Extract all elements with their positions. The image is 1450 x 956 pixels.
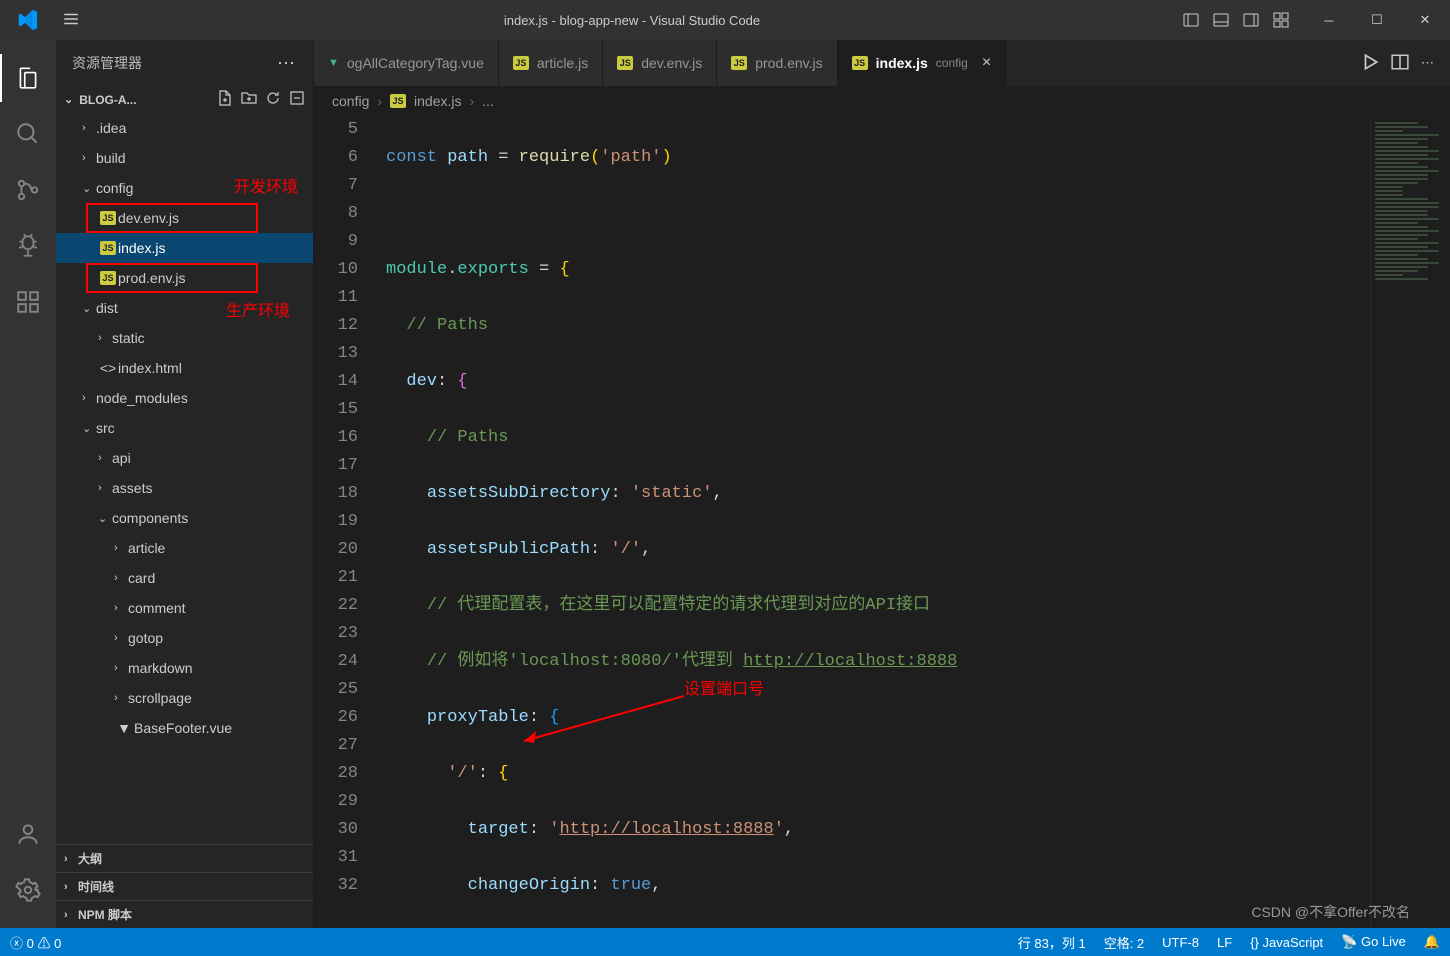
tree-folder-node-modules[interactable]: ›node_modules — [56, 383, 313, 413]
tree-folder-build[interactable]: ›build — [56, 143, 313, 173]
toggle-sidebar-icon[interactable] — [1176, 0, 1206, 40]
refresh-icon[interactable] — [265, 90, 281, 109]
new-file-icon[interactable] — [217, 90, 233, 109]
sidebar-header: 资源管理器 ⋯ — [56, 40, 313, 86]
js-file-icon: JS — [731, 56, 747, 70]
tab-bar: ▼ogAllCategoryTag.vue JSarticle.js JSdev… — [314, 40, 1450, 86]
tree-folder-assets[interactable]: ›assets — [56, 473, 313, 503]
explorer-sidebar: 资源管理器 ⋯ ⌄ BLOG-A... ›.idea ›build ⌄confi… — [56, 40, 314, 928]
code-editor[interactable]: 5678910111213141516171819202122232425262… — [314, 116, 1450, 928]
account-icon[interactable] — [0, 806, 56, 862]
tree-folder-dist[interactable]: ⌄dist — [56, 293, 313, 323]
tab-actions: ⋯ — [1345, 40, 1450, 86]
tab-article[interactable]: JSarticle.js — [499, 40, 603, 86]
layout-controls — [1176, 0, 1296, 40]
search-icon[interactable] — [0, 106, 56, 162]
close-button[interactable]: ✕ — [1402, 0, 1448, 40]
minimap[interactable] — [1370, 116, 1450, 928]
tree-folder-card[interactable]: ›card — [56, 563, 313, 593]
vscode-logo-icon — [10, 3, 44, 37]
js-file-icon: JS — [513, 56, 529, 70]
close-tab-icon[interactable]: × — [982, 54, 991, 72]
tree-folder-scrollpage[interactable]: ›scrollpage — [56, 683, 313, 713]
vue-file-icon: ▼ — [114, 720, 134, 736]
window-title: index.js - blog-app-new - Visual Studio … — [88, 13, 1176, 28]
folder-name: BLOG-A... — [79, 93, 136, 107]
sidebar-title: 资源管理器 — [72, 53, 142, 73]
tree-folder-comment[interactable]: ›comment — [56, 593, 313, 623]
source-control-icon[interactable] — [0, 162, 56, 218]
file-tree: ›.idea ›build ⌄config JSdev.env.js JSind… — [56, 113, 313, 844]
code-content[interactable]: const path = require('path') module.expo… — [386, 116, 1370, 928]
sidebar-more-icon[interactable]: ⋯ — [277, 53, 297, 74]
section-timeline[interactable]: ›时间线 — [56, 872, 313, 900]
toggle-secondary-icon[interactable] — [1236, 0, 1266, 40]
tab-prodenv[interactable]: JSprod.env.js — [717, 40, 837, 86]
folder-header[interactable]: ⌄ BLOG-A... — [56, 86, 313, 113]
folder-actions — [217, 90, 305, 109]
status-eol[interactable]: LF — [1217, 935, 1232, 950]
js-file-icon: JS — [100, 271, 116, 285]
tree-folder-idea[interactable]: ›.idea — [56, 113, 313, 143]
js-file-icon: JS — [100, 241, 116, 255]
explorer-icon[interactable] — [0, 50, 56, 106]
menu-icon[interactable] — [54, 2, 88, 39]
js-file-icon: JS — [100, 211, 116, 225]
line-gutter: 5678910111213141516171819202122232425262… — [314, 116, 386, 928]
settings-icon[interactable] — [0, 862, 56, 918]
more-actions-icon[interactable]: ⋯ — [1421, 55, 1434, 71]
tree-folder-config[interactable]: ⌄config — [56, 173, 313, 203]
tree-folder-static[interactable]: ›static — [56, 323, 313, 353]
status-bar: ⓧ 0 ⚠ 0 行 83，列 1 空格: 2 UTF-8 LF {} JavaS… — [0, 928, 1450, 956]
js-file-icon: JS — [852, 56, 868, 70]
breadcrumb[interactable]: config› JS index.js› ... — [314, 86, 1450, 116]
debug-icon[interactable] — [0, 218, 56, 274]
tree-folder-src[interactable]: ⌄src — [56, 413, 313, 443]
split-editor-icon[interactable] — [1391, 53, 1409, 74]
js-file-icon: JS — [617, 56, 633, 70]
vue-file-icon: ▼ — [328, 57, 339, 69]
customize-layout-icon[interactable] — [1266, 0, 1296, 40]
run-icon[interactable] — [1361, 53, 1379, 74]
tree-file-prodenv[interactable]: JSprod.env.js — [56, 263, 313, 293]
chevron-down-icon: ⌄ — [64, 93, 73, 106]
tree-file-devenv[interactable]: JSdev.env.js — [56, 203, 313, 233]
tree-folder-article[interactable]: ›article — [56, 533, 313, 563]
tree-file-index[interactable]: JSindex.js — [56, 233, 313, 263]
status-golive[interactable]: 📡 Go Live — [1341, 934, 1406, 950]
maximize-button[interactable]: ☐ — [1354, 0, 1400, 40]
tab-index-active[interactable]: JSindex.jsconfig× — [838, 40, 1007, 86]
status-errors[interactable]: ⓧ 0 ⚠ 0 — [10, 933, 61, 952]
minimize-button[interactable]: ─ — [1306, 0, 1352, 40]
tree-folder-api[interactable]: ›api — [56, 443, 313, 473]
toggle-panel-icon[interactable] — [1206, 0, 1236, 40]
editor-group: ▼ogAllCategoryTag.vue JSarticle.js JSdev… — [314, 40, 1450, 928]
status-language[interactable]: {} JavaScript — [1250, 935, 1323, 950]
extensions-icon[interactable] — [0, 274, 56, 330]
tree-folder-markdown[interactable]: ›markdown — [56, 653, 313, 683]
new-folder-icon[interactable] — [241, 90, 257, 109]
collapse-icon[interactable] — [289, 90, 305, 109]
status-spaces[interactable]: 空格: 2 — [1104, 933, 1144, 952]
html-file-icon: <> — [98, 360, 118, 376]
tab-category[interactable]: ▼ogAllCategoryTag.vue — [314, 40, 499, 86]
tab-devenv[interactable]: JSdev.env.js — [603, 40, 717, 86]
status-cursor[interactable]: 行 83，列 1 — [1018, 933, 1086, 952]
status-encoding[interactable]: UTF-8 — [1162, 935, 1199, 950]
status-notifications-icon[interactable]: 🔔 — [1424, 934, 1440, 950]
activity-bar — [0, 40, 56, 928]
title-bar: index.js - blog-app-new - Visual Studio … — [0, 0, 1450, 40]
js-file-icon: JS — [390, 94, 406, 108]
section-npm[interactable]: ›NPM 脚本 — [56, 900, 313, 928]
section-outline[interactable]: ›大纲 — [56, 844, 313, 872]
tree-file-indexhtml[interactable]: <>index.html — [56, 353, 313, 383]
tree-folder-components[interactable]: ⌄components — [56, 503, 313, 533]
tree-folder-gotop[interactable]: ›gotop — [56, 623, 313, 653]
window-controls: ─ ☐ ✕ — [1306, 0, 1448, 40]
tree-file-basefooter[interactable]: ▼BaseFooter.vue — [56, 713, 313, 743]
